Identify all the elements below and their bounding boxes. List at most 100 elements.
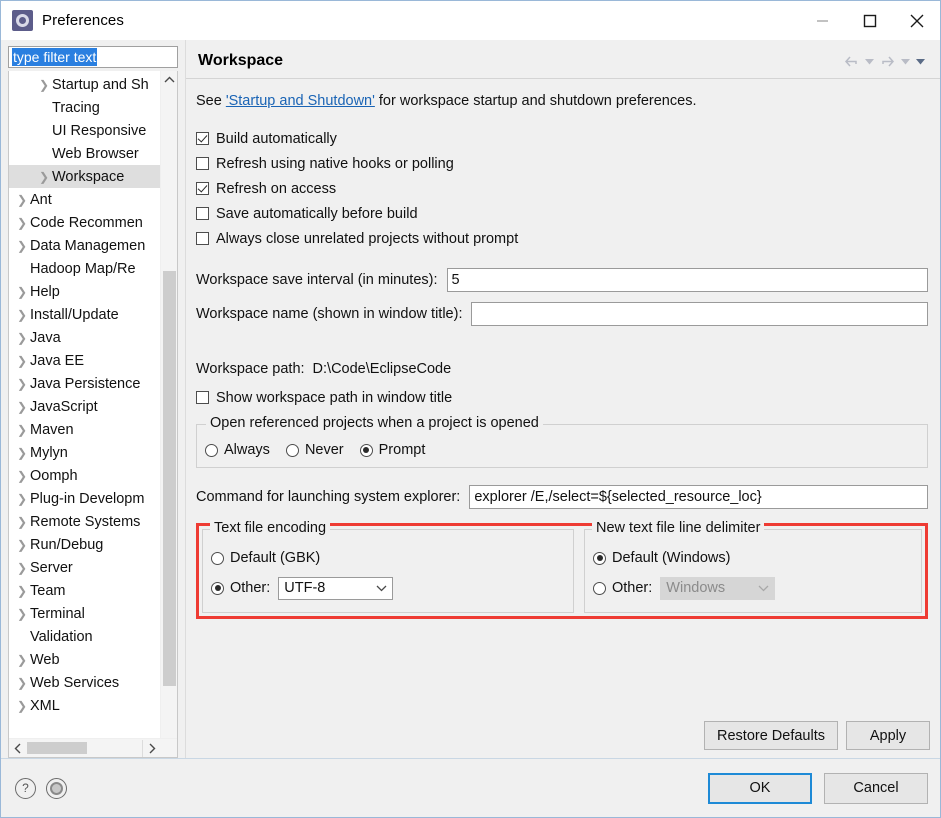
radio-mark[interactable] <box>285 443 299 457</box>
sidebar-item-plug-in-developm[interactable]: ❯ Plug-in Developm <box>9 487 177 510</box>
expand-chevron-right-icon[interactable]: ❯ <box>14 240 30 252</box>
checkbox-row-always-close-unrelated-projects-without-prompt[interactable]: Always close unrelated projects without … <box>196 226 928 251</box>
tree-vertical-scrollbar[interactable] <box>160 71 177 757</box>
encoding-select[interactable]: UTF-8 <box>278 576 394 600</box>
sidebar-item-remote-systems[interactable]: ❯ Remote Systems <box>9 510 177 533</box>
tree-horizontal-scrollbar[interactable] <box>9 738 177 757</box>
gear-icon[interactable] <box>46 777 67 799</box>
startup-shutdown-link[interactable]: 'Startup and Shutdown' <box>226 93 375 109</box>
expand-chevron-right-icon[interactable]: ❯ <box>14 332 30 344</box>
checkbox-row-build-automatically[interactable]: Build automatically <box>196 126 928 151</box>
save-interval-input[interactable]: 5 <box>446 268 928 292</box>
back-icon[interactable] <box>843 54 860 69</box>
expand-chevron-right-icon[interactable]: ❯ <box>14 309 30 321</box>
delimiter-default-radio[interactable] <box>593 551 606 565</box>
sidebar-item-xml[interactable]: ❯ XML <box>9 694 177 717</box>
sidebar-item-tracing[interactable]: ❯Tracing <box>9 96 177 119</box>
encoding-other-row[interactable]: Other: UTF-8 <box>211 574 565 602</box>
radio-mark[interactable] <box>205 443 218 457</box>
radio-mark[interactable] <box>359 443 373 457</box>
checkbox[interactable] <box>196 232 209 245</box>
expand-chevron-right-icon[interactable]: ❯ <box>36 171 52 183</box>
maximize-icon[interactable] <box>846 1 893 40</box>
sidebar-item-startup-and-sh[interactable]: ❯ Startup and Sh <box>9 73 177 96</box>
encoding-default-row[interactable]: Default (GBK) <box>211 544 565 572</box>
expand-chevron-right-icon[interactable]: ❯ <box>36 79 52 91</box>
sidebar-item-code-recommen[interactable]: ❯ Code Recommen <box>9 211 177 234</box>
sidebar-item-hadoop-map-re[interactable]: ❯Hadoop Map/Re <box>9 257 177 280</box>
ok-button[interactable]: OK <box>708 772 812 804</box>
sidebar-item-oomph[interactable]: ❯ Oomph <box>9 464 177 487</box>
sidebar-item-server[interactable]: ❯ Server <box>9 556 177 579</box>
checkbox[interactable] <box>196 157 209 170</box>
sidebar-item-team[interactable]: ❯ Team <box>9 579 177 602</box>
restore-defaults-button[interactable]: Restore Defaults <box>704 721 838 750</box>
sidebar-item-ui-responsive[interactable]: ❯UI Responsive <box>9 119 177 142</box>
close-icon[interactable] <box>893 1 940 40</box>
checkbox[interactable] <box>196 132 209 145</box>
explorer-command-input[interactable]: explorer /E,/select=${selected_resource_… <box>469 485 928 509</box>
forward-history-chevron-down-icon[interactable] <box>900 57 911 66</box>
sidebar-item-javascript[interactable]: ❯ JavaScript <box>9 395 177 418</box>
sidebar-item-help[interactable]: ❯ Help <box>9 280 177 303</box>
checkbox[interactable] <box>196 182 209 195</box>
sidebar-item-terminal[interactable]: ❯ Terminal <box>9 602 177 625</box>
sidebar-item-java-ee[interactable]: ❯ Java EE <box>9 349 177 372</box>
expand-chevron-right-icon[interactable]: ❯ <box>14 424 30 436</box>
sidebar-item-maven[interactable]: ❯ Maven <box>9 418 177 441</box>
radio-always[interactable]: Always <box>205 442 270 458</box>
sidebar-item-web-browser[interactable]: ❯Web Browser <box>9 142 177 165</box>
expand-chevron-right-icon[interactable]: ❯ <box>14 355 30 367</box>
encoding-default-radio[interactable] <box>211 551 224 565</box>
expand-chevron-right-icon[interactable]: ❯ <box>14 493 30 505</box>
apply-button[interactable]: Apply <box>846 721 930 750</box>
checkbox[interactable] <box>196 207 209 220</box>
page-menu-chevron-down-icon[interactable] <box>915 57 926 66</box>
delimiter-default-row[interactable]: Default (Windows) <box>593 544 913 572</box>
expand-chevron-right-icon[interactable]: ❯ <box>14 217 30 229</box>
back-history-chevron-down-icon[interactable] <box>864 57 875 66</box>
expand-chevron-right-icon[interactable]: ❯ <box>14 516 30 528</box>
minimize-icon[interactable] <box>799 1 846 40</box>
expand-chevron-right-icon[interactable]: ❯ <box>14 608 30 620</box>
cancel-button[interactable]: Cancel <box>824 772 928 804</box>
sidebar-item-data-managemen[interactable]: ❯ Data Managemen <box>9 234 177 257</box>
sidebar-item-workspace[interactable]: ❯ Workspace <box>9 165 177 188</box>
hscroll-thumb[interactable] <box>27 742 87 754</box>
delimiter-other-row[interactable]: Other: Windows <box>593 574 913 602</box>
expand-chevron-right-icon[interactable]: ❯ <box>14 562 30 574</box>
sidebar-item-install-update[interactable]: ❯ Install/Update <box>9 303 177 326</box>
help-icon[interactable]: ? <box>15 777 36 799</box>
checkbox-row-refresh-on-access[interactable]: Refresh on access <box>196 176 928 201</box>
forward-icon[interactable] <box>879 54 896 69</box>
sidebar-item-web-services[interactable]: ❯ Web Services <box>9 671 177 694</box>
preferences-tree[interactable]: ❯Startup and Sh❯Tracing❯UI Responsive❯We… <box>9 71 177 738</box>
expand-chevron-right-icon[interactable]: ❯ <box>14 401 30 413</box>
show-workspace-path-checkbox[interactable] <box>196 391 209 404</box>
expand-chevron-right-icon[interactable]: ❯ <box>14 677 30 689</box>
expand-chevron-right-icon[interactable]: ❯ <box>14 286 30 298</box>
encoding-other-radio[interactable] <box>211 581 224 595</box>
delimiter-other-radio[interactable] <box>593 581 606 595</box>
workspace-name-input[interactable] <box>471 302 928 326</box>
sidebar-item-web[interactable]: ❯ Web <box>9 648 177 671</box>
expand-chevron-right-icon[interactable]: ❯ <box>14 700 30 712</box>
expand-chevron-right-icon[interactable]: ❯ <box>14 194 30 206</box>
expand-chevron-right-icon[interactable]: ❯ <box>14 378 30 390</box>
expand-chevron-right-icon[interactable]: ❯ <box>14 539 30 551</box>
checkbox-row-save-automatically-before-build[interactable]: Save automatically before build <box>196 201 928 226</box>
expand-chevron-right-icon[interactable]: ❯ <box>14 585 30 597</box>
sidebar-item-validation[interactable]: ❯Validation <box>9 625 177 648</box>
expand-chevron-right-icon[interactable]: ❯ <box>14 654 30 666</box>
sidebar-item-java[interactable]: ❯ Java <box>9 326 177 349</box>
radio-prompt[interactable]: Prompt <box>359 442 425 458</box>
expand-chevron-right-icon[interactable]: ❯ <box>14 447 30 459</box>
scroll-up-icon[interactable] <box>161 71 178 88</box>
show-workspace-path-row[interactable]: Show workspace path in window title <box>196 385 928 410</box>
tree-scroll-thumb[interactable] <box>163 271 176 686</box>
scroll-right-icon[interactable] <box>142 739 160 757</box>
sidebar-item-mylyn[interactable]: ❯ Mylyn <box>9 441 177 464</box>
expand-chevron-right-icon[interactable]: ❯ <box>14 470 30 482</box>
radio-never[interactable]: Never <box>285 442 344 458</box>
sidebar-item-ant[interactable]: ❯ Ant <box>9 188 177 211</box>
